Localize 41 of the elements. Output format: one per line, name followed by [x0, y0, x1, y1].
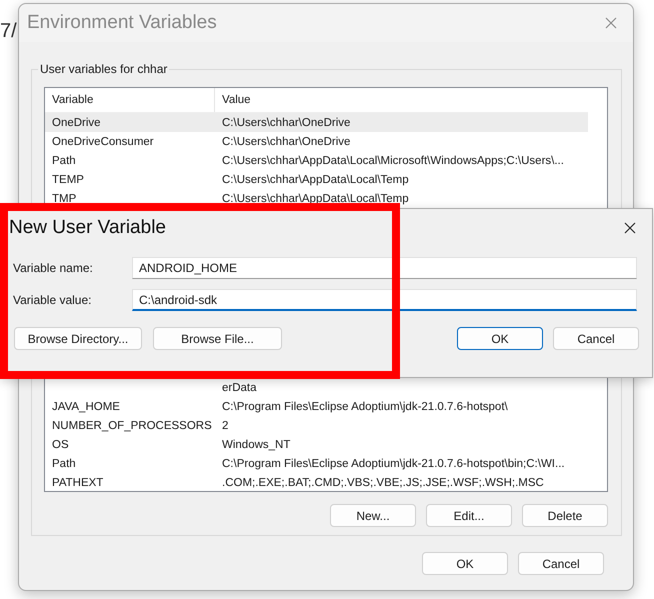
table-cell-text: .COM;.EXE;.BAT;.CMD;.VBS;.VBE;.JS;.JSE;.WSF;.WSH;.MSC [221, 476, 544, 488]
close-icon[interactable] [624, 222, 636, 234]
column-header[interactable]: Value [215, 94, 251, 106]
background-text: 7/ [0, 20, 17, 43]
table-cell-text: TEMP [51, 174, 85, 186]
list-button[interactable]: New... [330, 504, 416, 527]
table-cell-text: TMP [51, 192, 78, 204]
list-button[interactable]: Edit... [426, 504, 512, 527]
table-cell-text: OS [51, 438, 70, 450]
table-cell-text: C:\Users\chhar\AppData\Local\Temp [221, 174, 409, 186]
column-header[interactable]: Variable [45, 88, 215, 112]
table-cell-text: Path [51, 154, 77, 166]
table-cell-text: C:\Program Files\Eclipse Adoptium\jdk-21.0.7.6-hotspot\bin;C:\WI... [221, 458, 565, 470]
table-cell-text: C:\Program Files\Eclipse Adoptium\jdk-21.0.7.6-hotspot\ [221, 400, 508, 412]
table-cell-text: OneDriveConsumer [51, 136, 155, 148]
window-title: Environment Variables [27, 12, 217, 34]
list-button[interactable]: Delete [522, 504, 608, 527]
table-cell-text: C:\Users\chhar\OneDrive [221, 116, 350, 128]
table-cell-text: JAVA_HOME [51, 400, 121, 412]
table-cell-text: Windows_NT [221, 438, 290, 450]
dialog-button[interactable]: OK [422, 552, 508, 575]
table-cell-text: C:\Users\chhar\AppData\Local\Temp [221, 192, 409, 204]
dialog-button[interactable]: Cancel [553, 327, 639, 350]
dialog-button[interactable]: OK [457, 327, 543, 350]
dialog-button[interactable]: Cancel [518, 552, 604, 575]
table-cell-text: 2 [221, 420, 228, 432]
table-cell-text: erData [221, 382, 257, 394]
browse-button[interactable]: Browse Directory... [14, 327, 142, 350]
field-label: Variable name: [13, 261, 94, 275]
table-cell-text: PATHEXT [51, 476, 104, 488]
table-cell-text: Path [51, 458, 77, 470]
browse-button[interactable]: Browse File... [153, 327, 282, 350]
dialog-title: New User Variable [9, 217, 166, 239]
table-cell-text: C:\Users\chhar\AppData\Local\Microsoft\WindowsApps;C:\Users\... [221, 154, 564, 166]
field-label: Variable value: [13, 293, 92, 307]
table-cell-text: NUMBER_OF_PROCESSORS [51, 420, 213, 432]
table-cell-text: C:\Users\chhar\OneDrive [221, 136, 350, 148]
input-field[interactable]: ANDROID_HOME [132, 257, 637, 279]
group-label: User variables for chhar [38, 62, 170, 76]
input-field[interactable]: C:\android-sdk [132, 289, 637, 311]
table-cell-text: OneDrive [51, 116, 102, 128]
